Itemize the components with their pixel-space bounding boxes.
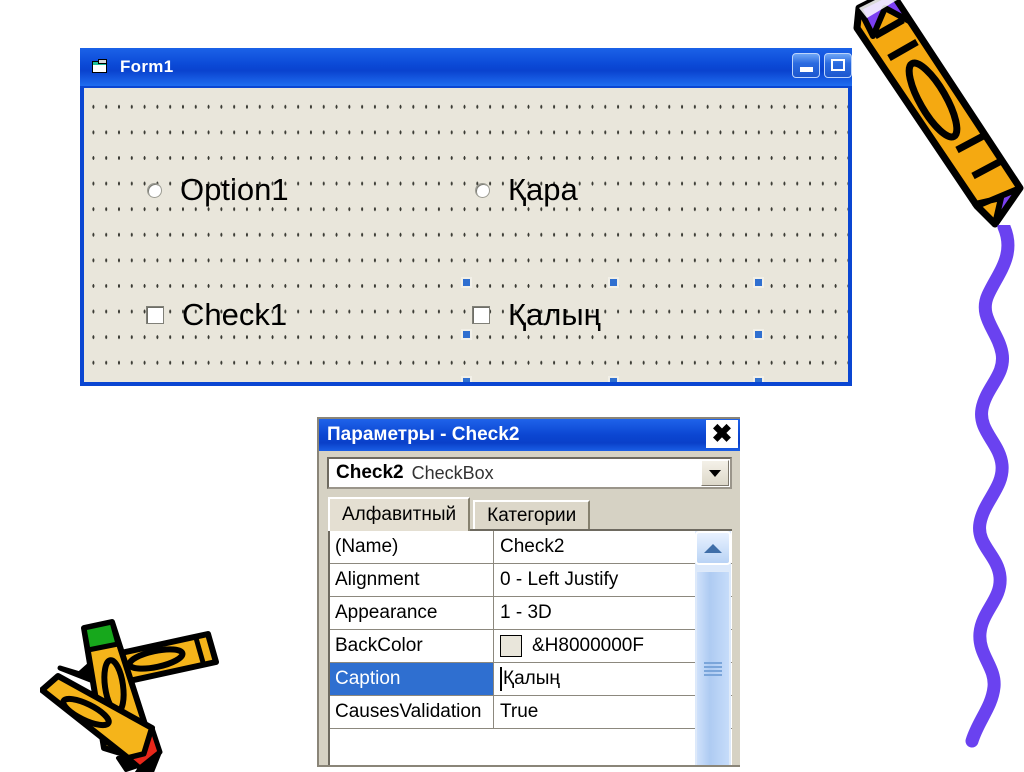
properties-window[interactable]: Параметры - Check2 ✖ Check2 CheckBox Алф… (317, 417, 740, 767)
selection-handle-bottom-center[interactable] (608, 376, 619, 382)
selection-handle-top-center[interactable] (608, 277, 619, 288)
scroll-up-arrow-icon[interactable] (695, 531, 731, 565)
maximize-icon (831, 59, 845, 71)
radio-indicator-icon (475, 182, 490, 198)
table-row[interactable]: CausesValidation True (330, 696, 732, 729)
object-name: Check2 (336, 462, 404, 483)
form-titlebar[interactable]: Form1 (80, 48, 852, 86)
property-value: Қалың (503, 668, 560, 689)
tab-alphabetic[interactable]: Алфавитный (328, 497, 471, 531)
crayon-squiggle-purple (965, 225, 1015, 748)
option-button-1[interactable]: Option1 (147, 172, 289, 208)
minimize-button[interactable] (792, 53, 820, 78)
color-swatch-icon[interactable] (500, 635, 522, 657)
properties-scrollbar[interactable] (695, 531, 731, 765)
property-name: CausesValidation (330, 696, 494, 728)
properties-title: Параметры - Check2 (327, 424, 520, 445)
form-titlebar-buttons (792, 53, 852, 78)
property-name: Appearance (330, 597, 494, 629)
check-box-2-label: Қалың (508, 297, 601, 332)
option-button-1-label: Option1 (180, 172, 289, 207)
property-name: Caption (330, 663, 494, 695)
table-row[interactable]: Alignment 0 - Left Justify (330, 564, 732, 597)
option-button-2-label: Қара (508, 172, 578, 207)
form-title: Form1 (120, 57, 174, 76)
object-selector-combobox[interactable]: Check2 CheckBox (327, 457, 732, 489)
selection-handle-middle-right[interactable] (753, 329, 764, 340)
check-box-1[interactable]: Check1 (146, 297, 287, 333)
form-document-icon (90, 58, 110, 76)
check-box-1-label: Check1 (182, 297, 288, 332)
table-row[interactable]: (Name) Check2 (330, 531, 732, 564)
form-designer-window[interactable]: Form1 Option1 Қара Check1 Қалың (80, 48, 852, 386)
selection-handle-top-left[interactable] (461, 277, 472, 288)
checkbox-indicator-icon (472, 306, 490, 324)
form-design-surface[interactable]: Option1 Қара Check1 Қалың (84, 88, 848, 382)
crayon-orange-purple-tip (853, 0, 1024, 228)
property-name: (Name) (330, 531, 494, 563)
object-type: CheckBox (411, 462, 494, 483)
checkbox-indicator-icon (146, 306, 164, 324)
scroll-thumb[interactable] (696, 571, 730, 765)
selection-handle-top-right[interactable] (753, 277, 764, 288)
text-caret (500, 667, 502, 691)
check-box-2[interactable]: Қалың (472, 297, 601, 333)
minimize-icon (800, 67, 813, 72)
properties-tabs: Алфавитный Категории (328, 497, 591, 531)
table-row[interactable]: Appearance 1 - 3D (330, 597, 732, 630)
chevron-down-icon[interactable] (701, 460, 729, 486)
property-name: BackColor (330, 630, 494, 662)
selection-handle-bottom-right[interactable] (753, 376, 764, 382)
radio-indicator-icon (147, 182, 162, 198)
option-button-2[interactable]: Қара (475, 172, 578, 208)
properties-titlebar[interactable]: Параметры - Check2 ✖ (319, 419, 740, 451)
selection-handle-middle-left[interactable] (461, 329, 472, 340)
crayons-crossed-group (40, 619, 219, 772)
tab-categorized[interactable]: Категории (473, 500, 591, 530)
close-icon[interactable]: ✖ (706, 420, 738, 448)
property-value: &H8000000F (532, 635, 644, 656)
table-row[interactable]: BackColor &H8000000F (330, 630, 732, 663)
selection-handle-bottom-left[interactable] (461, 376, 472, 382)
table-row[interactable]: Caption Қалың (330, 663, 732, 696)
property-name: Alignment (330, 564, 494, 596)
properties-grid[interactable]: (Name) Check2 Alignment 0 - Left Justify… (328, 529, 732, 765)
